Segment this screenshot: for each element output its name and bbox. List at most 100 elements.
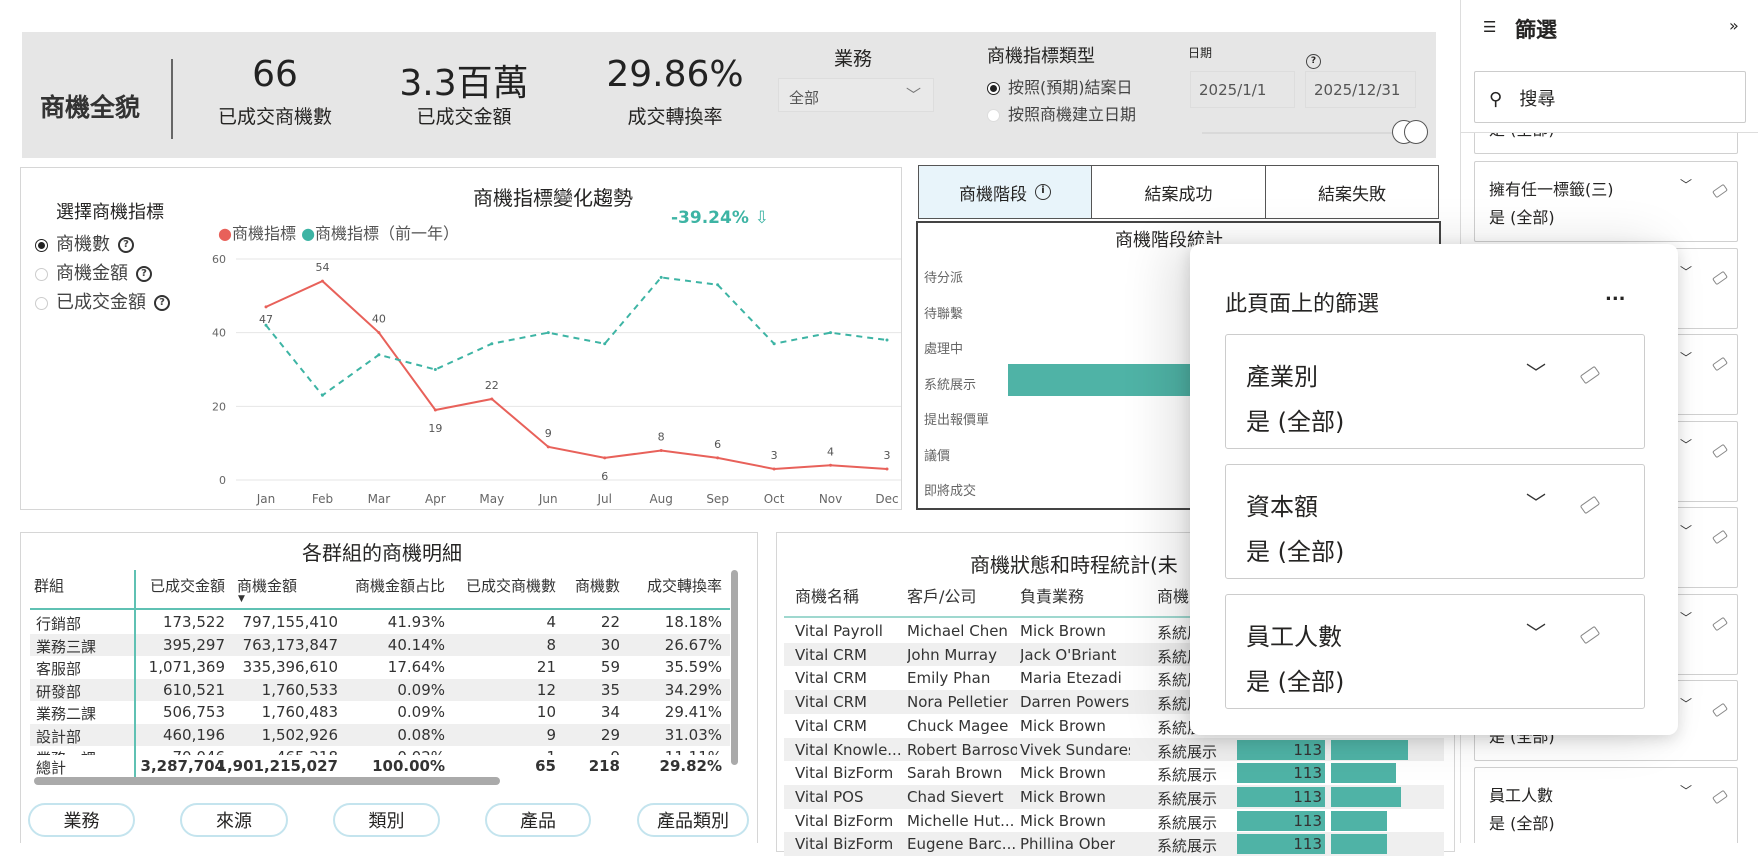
date-label: 日期 [1188,46,1213,60]
chevron-down-icon[interactable]: ﹀ [1680,695,1692,712]
info-icon[interactable]: i [1035,184,1051,200]
eraser-icon[interactable] [1711,440,1729,459]
filter-card[interactable]: 員工人數是 (全部) ﹀ [1474,766,1738,843]
button-category[interactable]: 類別 [333,803,440,837]
eraser-icon[interactable] [1711,786,1729,805]
eraser-icon[interactable] [1579,365,1601,385]
table-cell: 797,155,410 [242,613,338,631]
popup-filter-card[interactable]: 產業別是 (全部) ﹀ [1225,334,1645,449]
column-header[interactable]: 已成交金額 [150,575,225,596]
eraser-icon[interactable] [1711,353,1729,372]
eraser-icon[interactable] [1579,625,1601,645]
data-point [885,467,889,471]
column-header[interactable]: 商機數 [575,575,620,596]
column-header[interactable]: 商機 [1157,583,1189,607]
eraser-icon[interactable] [1579,495,1601,515]
column-header[interactable]: 已成交商機數 [466,575,556,596]
table-row[interactable]: Vital POS Chad Sievert Mick Brown 系統展示 113 [784,784,1444,809]
column-header[interactable]: 客戶/公司 [907,583,976,607]
page-filters-popup: 此頁面上的篩選 ... 產業別是 (全部) ﹀ 資本額是 (全部) ﹀ 員工人數是 (全… [1190,244,1678,735]
table-cell: 系統展示 [1157,766,1218,785]
slider-handle-end[interactable] [1404,120,1428,144]
table-cell: John Murray [907,645,997,664]
horizontal-scrollbar[interactable] [34,777,500,785]
sales-dropdown[interactable]: 全部 ﹀ [778,78,934,112]
eraser-icon[interactable] [1711,180,1729,199]
date-end-input[interactable]: 2025/12/31 [1305,71,1416,108]
bar-value: 113 [1293,787,1322,806]
eraser-icon[interactable] [1711,699,1729,718]
total-cell: 1,901,215,027 [216,757,338,775]
filter-card-value: 是 (全部) [1246,668,1345,696]
table-cell: 18.18% [664,613,722,631]
tab-stage[interactable]: 商機階段 i [918,165,1092,219]
table-row[interactable]: Vital Knowle... Robert Barroso Vivek Sunda… [784,737,1444,762]
chevron-down-icon[interactable]: ﹀ [1526,487,1546,516]
filter-card[interactable]: 擁有任一標籤(三) 是 (全部) ﹀ [1474,161,1738,242]
button-source[interactable]: 來源 [180,803,288,837]
column-header[interactable]: 商機金額 [237,575,297,596]
table-row[interactable]: Vital BizForm Michelle Hut... Mick Brown 系統… [784,809,1444,833]
column-header[interactable]: 成交轉換率 [647,575,722,596]
filter-card[interactable]: 是 (全部)﹀ [1474,133,1738,154]
radio-selected[interactable] [987,82,1000,95]
help-icon[interactable]: ? [1306,54,1321,69]
radio[interactable] [987,109,1000,122]
button-product[interactable]: 產品 [485,803,591,837]
y-tick-label: 60 [212,253,226,266]
table-row[interactable]: Vital BizForm Sarah Brown Mick Brown 系統展示 11… [784,761,1444,785]
more-options-button[interactable]: ... [1605,284,1626,305]
kpi-value: 66 [252,54,298,95]
table-cell: 34.29% [664,680,722,699]
column-header[interactable]: 商機名稱 [795,583,859,607]
table-cell: 460,196 [162,725,225,744]
chevron-down-icon[interactable]: ﹀ [1680,176,1692,193]
column-header[interactable]: 負責業務 [1020,583,1084,607]
date-slider-track[interactable] [1202,132,1402,134]
date-start-input[interactable]: 2025/1/1 [1190,71,1295,108]
data-label: 22 [485,379,499,392]
filter-search-input[interactable]: ⚲ 搜尋 [1474,71,1746,123]
table-cell: Sarah Brown [907,764,1003,783]
tab-closed-lost[interactable]: 結案失敗 [1265,165,1439,219]
status-table-title: 商機狀態和時程統計(未 [970,553,1178,577]
table-cell: 1,760,533 [261,680,338,699]
trend-chart-panel: 選擇商機指標 商機數? 商機金額? 已成交金額? 商機指標變化趨勢 ●商機指標 … [20,167,902,510]
chevron-down-icon[interactable]: ﹀ [1526,357,1546,386]
table-cell: 客服部 [36,660,82,678]
table-row[interactable]: Vital BizForm Eugene Barc... Phillina Ober… [784,832,1444,856]
eraser-icon[interactable] [1711,526,1729,545]
table-cell: 29 [600,725,620,744]
collapse-icon[interactable]: » [1729,16,1739,35]
chevron-down-icon[interactable]: ﹀ [1680,349,1692,366]
data-point [659,449,663,453]
vertical-scrollbar[interactable] [731,570,738,765]
chevron-down-icon[interactable]: ﹀ [1680,263,1692,280]
popup-filter-card[interactable]: 員工人數是 (全部) ﹀ [1225,594,1645,709]
chevron-down-icon[interactable]: ﹀ [1680,436,1692,453]
column-header[interactable]: 商機金額占比 [355,575,445,596]
tab-closed-won[interactable]: 結案成功 [1091,165,1266,219]
chevron-down-icon[interactable]: ﹀ [1680,522,1692,539]
tab-label: 結案成功 [1144,184,1213,205]
chevron-down-icon[interactable]: ﹀ [1680,782,1692,799]
progress-bar [1331,834,1387,855]
table-cell: 31.03% [664,725,722,744]
metric-type-option-1[interactable]: 按照(預期)結案日 [987,74,1133,98]
button-product-category[interactable]: 產品類別 [637,803,749,837]
eraser-icon[interactable] [1711,267,1729,286]
button-sales[interactable]: 業務 [28,803,135,837]
column-header[interactable]: 群組 [34,575,64,596]
data-label: 3 [884,449,891,462]
popup-filter-card[interactable]: 資本額是 (全部) ﹀ [1225,464,1645,579]
eraser-icon[interactable] [1711,613,1729,632]
chevron-down-icon[interactable]: ﹀ [1526,617,1546,646]
total-cell: 100.00% [372,757,445,775]
data-point [603,456,607,460]
table-cell: 研發部 [36,682,82,701]
chevron-down-icon[interactable]: ﹀ [1680,609,1692,626]
table-cell: 763,173,847 [242,635,338,654]
data-label: 4 [827,445,834,458]
metric-type-option-2[interactable]: 按照商機建立日期 [987,101,1136,125]
data-label: 54 [315,261,329,274]
